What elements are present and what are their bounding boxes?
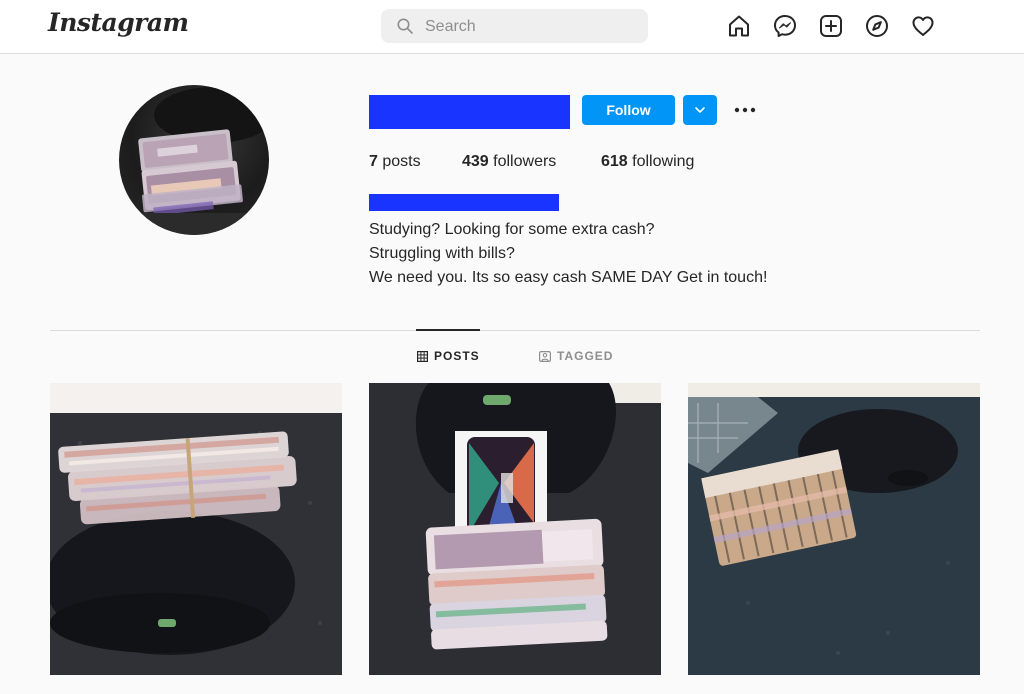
home-icon[interactable] [726,13,752,39]
followers-count: 439 [462,153,489,170]
post-thumbnail[interactable] [688,383,980,675]
following-label: following [632,153,695,170]
new-post-icon[interactable] [818,13,844,39]
grid-icon [417,350,428,362]
full-name-redacted [369,194,559,211]
post-thumbnail[interactable] [369,383,661,675]
more-options-button[interactable] [733,98,759,122]
tabs-divider [50,330,980,331]
tab-tagged[interactable]: TAGGED [539,349,613,363]
bio-line: Struggling with bills? [369,245,515,262]
messenger-icon[interactable] [772,13,798,39]
bio-line: Studying? Looking for some extra cash? [369,221,655,238]
tab-posts[interactable]: POSTS [417,349,480,363]
explore-icon[interactable] [864,13,890,39]
follow-button[interactable]: Follow [582,95,675,125]
username-redacted [369,95,570,129]
post-thumbnail[interactable] [50,383,342,675]
tagged-icon [539,350,551,362]
profile-bio: Studying? Looking for some extra cash? S… [369,218,767,290]
followers-link[interactable]: 439 followers [462,153,556,171]
suggested-accounts-dropdown-button[interactable] [683,95,717,125]
posts-count-stat: 7 posts [369,153,421,171]
posts-label: posts [382,153,421,170]
search-box[interactable] [381,9,648,45]
bio-line: We need you. Its so easy cash SAME DAY G… [369,269,768,286]
following-link[interactable]: 618 following [601,153,694,171]
chevron-down-icon [695,107,705,113]
profile-avatar[interactable] [119,85,269,235]
instagram-logo[interactable]: Instagram [48,8,189,37]
active-tab-indicator [416,329,480,331]
posts-count: 7 [369,153,378,170]
search-icon [397,18,413,34]
ellipsis-icon [734,107,756,113]
following-count: 618 [601,153,628,170]
activity-heart-icon[interactable] [910,13,936,39]
top-navigation-bar: Instagram [0,0,1024,54]
search-input[interactable] [423,9,637,45]
tab-tagged-label: TAGGED [557,349,614,363]
tab-posts-label: POSTS [434,349,480,363]
followers-label: followers [493,153,557,170]
